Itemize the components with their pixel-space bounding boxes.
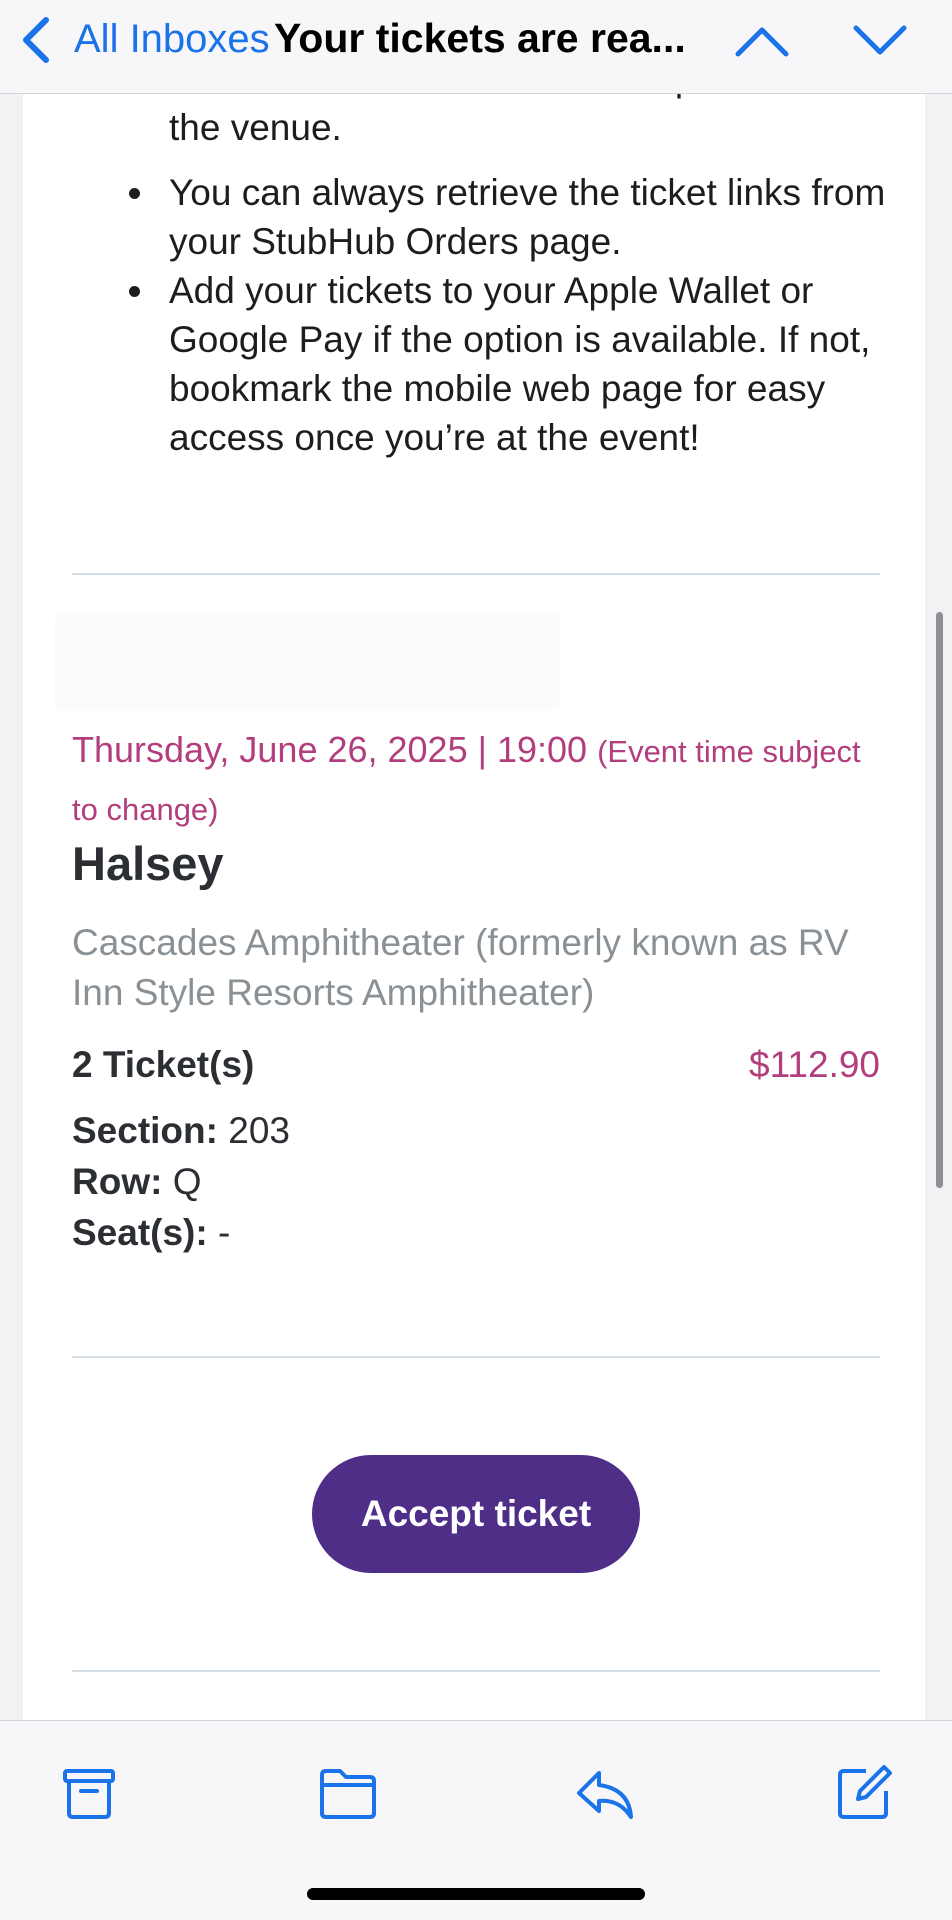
email-body: or screenshots will not be accepted at t… <box>23 0 925 1720</box>
seats-label: Seat(s): <box>72 1212 208 1253</box>
list-item-text: Add your tickets to your Apple Wallet or… <box>169 270 871 458</box>
ticket-price: $112.90 <box>749 1044 880 1085</box>
partial-line: the venue. <box>169 107 342 148</box>
home-indicator[interactable] <box>307 1888 645 1900</box>
seats-value: - <box>217 1212 231 1253</box>
compose-icon[interactable] <box>832 1761 896 1825</box>
section-label: Section: <box>72 1110 218 1151</box>
email-screen: or screenshots will not be accepted at t… <box>0 0 952 1920</box>
email-subject: Your tickets are rea... <box>274 15 686 61</box>
nav-bar: All Inboxes Your tickets are rea... <box>0 0 952 94</box>
venue-name: Cascades Amphitheater (formerly known as… <box>72 922 849 1013</box>
archive-icon[interactable] <box>57 1761 121 1825</box>
event-date: Thursday, June 26, 2025 | 19:00 (Event t… <box>72 722 872 838</box>
chevron-up-icon[interactable] <box>734 24 790 58</box>
divider <box>72 1670 880 1672</box>
list-item: You can always retrieve the ticket links… <box>129 168 889 266</box>
event-date-time: Thursday, June 26, 2025 | 19:00 <box>72 729 588 770</box>
chevron-left-icon[interactable] <box>18 14 52 66</box>
ticket-count: 2 Ticket(s) <box>72 1044 255 1085</box>
row-label: Row: <box>72 1161 163 1202</box>
folder-icon[interactable] <box>316 1761 380 1825</box>
bullet-dot <box>129 286 140 297</box>
section-value: 203 <box>228 1110 290 1151</box>
redacted-order-number <box>55 612 560 710</box>
accept-ticket-button[interactable]: Accept ticket <box>312 1455 640 1573</box>
chevron-down-icon[interactable] <box>852 24 908 58</box>
scrollbar[interactable] <box>936 612 943 1188</box>
bullet-dot <box>129 188 140 199</box>
event-name: Halsey <box>72 837 224 890</box>
list-item-text: You can always retrieve the ticket links… <box>169 172 886 262</box>
row-value: Q <box>172 1161 202 1202</box>
seats-detail: Seat(s): - <box>72 1212 230 1254</box>
divider <box>72 573 880 575</box>
divider <box>72 1356 880 1358</box>
back-button[interactable]: All Inboxes <box>74 17 270 62</box>
reply-icon[interactable] <box>573 1761 637 1825</box>
list-item: Add your tickets to your Apple Wallet or… <box>129 266 889 462</box>
section-detail: Section: 203 <box>72 1110 290 1152</box>
row-detail: Row: Q <box>72 1161 202 1203</box>
